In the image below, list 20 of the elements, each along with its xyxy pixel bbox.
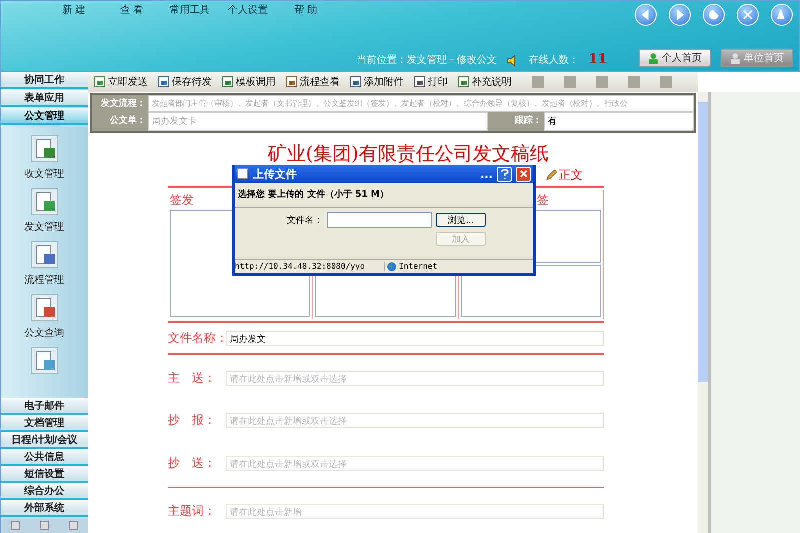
field-label: 抄 报：	[168, 412, 217, 430]
doc-label: 公文单：	[92, 112, 148, 131]
file-name-label: 文件名：	[286, 214, 323, 226]
field-label: 抄 送：	[168, 454, 217, 472]
breadcrumb: 当前位置：发文管理－修改公文	[356, 54, 497, 67]
flow-label: 发文流程：	[92, 95, 148, 112]
status-zone: Internet	[399, 262, 438, 271]
online-count: 11	[588, 52, 607, 67]
dialog-title: 上传文件	[253, 166, 297, 182]
field-label: 文件名称：	[168, 330, 226, 347]
check-label: 签	[537, 192, 549, 208]
status-url: http://10.34.48.32:8080/yyo	[235, 262, 385, 271]
track-label: 跟踪：	[488, 112, 544, 131]
field-label: 主 送：	[168, 370, 217, 387]
online-label: 在线人数：	[528, 54, 579, 67]
field-label: 主题词：	[168, 503, 217, 520]
title-ellipsis: ...	[480, 168, 493, 180]
upload-prompt: 选择您 要上传的 文件（小于 51 M）	[235, 183, 533, 208]
document-title: 矿业(集团)有限责任公司发文稿纸	[267, 142, 550, 167]
sign-label: 签发	[170, 192, 194, 208]
